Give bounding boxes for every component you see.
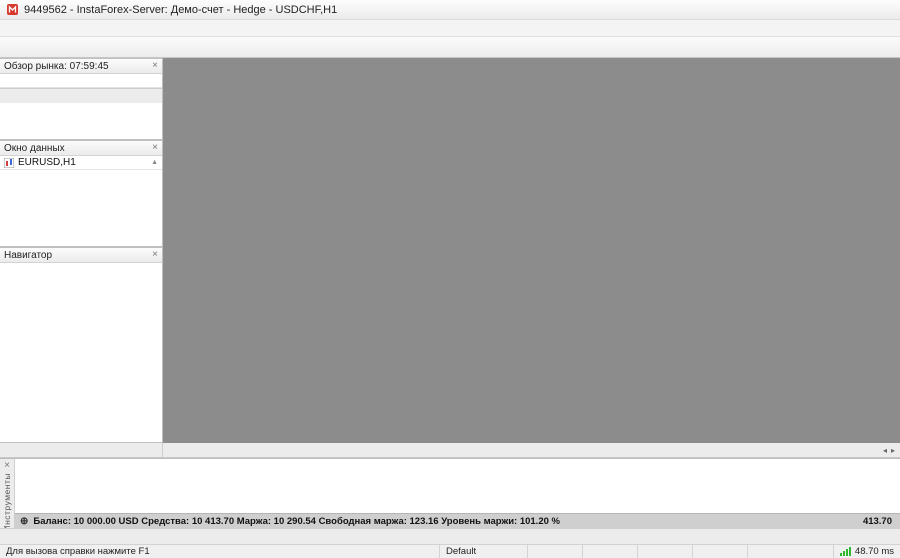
status-latency: 48.70 ms bbox=[834, 545, 900, 558]
navigator-panel: Навигатор × bbox=[0, 247, 163, 443]
close-icon[interactable]: × bbox=[152, 61, 158, 71]
close-icon[interactable]: × bbox=[152, 250, 158, 260]
expand-icon[interactable]: ⊕ bbox=[20, 516, 28, 527]
scroll-right-icon[interactable]: ▸ bbox=[891, 446, 895, 455]
toolbox-panel: × Инструменты ⊕ Баланс: 10 000.00 USD Ср… bbox=[0, 458, 900, 528]
data-window-panel: Окно данных × EURUSD,H1 ▲ bbox=[0, 140, 163, 247]
trade-table: ⊕ Баланс: 10 000.00 USD Средства: 10 413… bbox=[15, 459, 900, 528]
window-title: 9449562 - InstaForex-Server: Демо-счет -… bbox=[24, 4, 337, 16]
balance-summary: Баланс: 10 000.00 USD Средства: 10 413.7… bbox=[33, 516, 560, 527]
navigator-title: Навигатор bbox=[4, 250, 52, 261]
data-window-symbol-row: EURUSD,H1 ▲ bbox=[0, 156, 162, 170]
toolbox-label: Инструменты bbox=[2, 473, 12, 532]
market-watch-header bbox=[0, 74, 162, 88]
app-logo-icon bbox=[6, 3, 19, 16]
scroll-up-icon[interactable]: ▲ bbox=[151, 159, 158, 166]
connection-signal-icon bbox=[840, 547, 851, 556]
chart-tabs bbox=[163, 443, 878, 457]
status-bar: Для вызова справки нажмите F1 Default 48… bbox=[0, 544, 900, 558]
data-window-symbol: EURUSD,H1 bbox=[18, 157, 76, 168]
main-area: Обзор рынка: 07:59:45 × Окно данных × EU… bbox=[0, 58, 900, 443]
sidebar: Обзор рынка: 07:59:45 × Окно данных × EU… bbox=[0, 58, 163, 443]
menu-bar bbox=[0, 20, 900, 37]
chart-mdi-area bbox=[163, 58, 900, 443]
market-watch-tabs bbox=[0, 88, 162, 103]
navigator-tabs bbox=[0, 443, 163, 457]
market-watch-title: Обзор рынка: 07:59:45 bbox=[4, 61, 109, 72]
status-profile[interactable]: Default bbox=[440, 545, 528, 558]
title-bar[interactable]: 9449562 - InstaForex-Server: Демо-счет -… bbox=[0, 0, 900, 20]
toolbox-tab-bar bbox=[0, 528, 900, 544]
data-window-title: Окно данных bbox=[4, 143, 65, 154]
toolbar bbox=[0, 37, 900, 58]
market-watch-panel: Обзор рынка: 07:59:45 × bbox=[0, 58, 163, 140]
status-help: Для вызова справки нажмите F1 bbox=[0, 545, 440, 558]
mt5-terminal-window: 9449562 - InstaForex-Server: Демо-счет -… bbox=[0, 0, 900, 558]
tab-band: ◂ ▸ bbox=[0, 443, 900, 458]
balance-row: ⊕ Баланс: 10 000.00 USD Средства: 10 413… bbox=[15, 513, 900, 528]
data-window-fields bbox=[0, 170, 162, 246]
total-profit: 413.70 bbox=[863, 516, 892, 527]
scroll-left-icon[interactable]: ◂ bbox=[883, 446, 887, 455]
close-icon[interactable]: × bbox=[4, 461, 10, 471]
navigator-tree bbox=[0, 263, 162, 442]
chart-mini-icon bbox=[4, 158, 14, 168]
chart-tabs-scroll[interactable]: ◂ ▸ bbox=[878, 443, 900, 457]
toolbox-vertical-strip: × Инструменты bbox=[0, 459, 15, 528]
close-icon[interactable]: × bbox=[152, 143, 158, 153]
